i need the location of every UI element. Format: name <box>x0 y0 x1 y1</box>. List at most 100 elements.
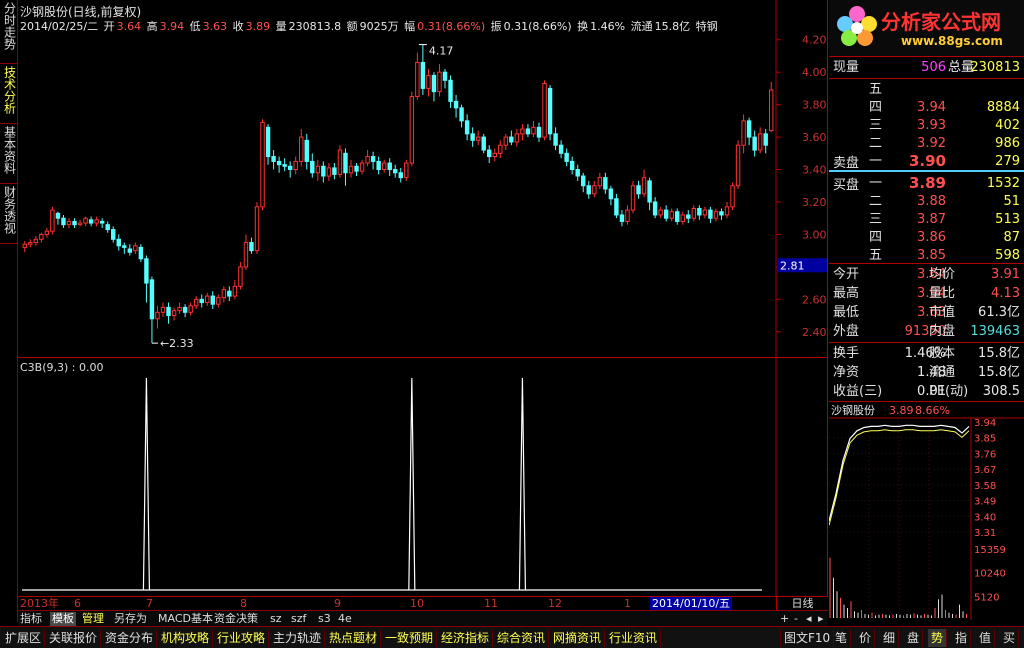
tab-value[interactable]: 值 <box>976 629 996 647</box>
btn-expand[interactable]: 扩展区 <box>2 629 46 647</box>
site-logo: 分析家公式网 www.88gs.com <box>829 0 1024 56</box>
tab-trend[interactable]: 势 <box>928 629 948 647</box>
minus-icon[interactable]: - <box>794 612 798 626</box>
candle-body <box>370 156 376 162</box>
buy-level: 二 3.88 51 <box>829 192 1024 211</box>
candle-body <box>99 220 105 224</box>
time-label: 9 <box>334 597 341 610</box>
mini-price-label: 3.31 <box>974 528 996 539</box>
candle-body <box>238 266 243 287</box>
plus-icon[interactable]: + <box>780 612 789 626</box>
fundamentals-row: 收益(三) 0.01 PE(动) 308.5 <box>829 382 1024 401</box>
candle-body <box>697 207 702 216</box>
btn-industry-guide[interactable]: 行业攻略 <box>214 629 270 647</box>
btn-hot-topics[interactable]: 热点题材 <box>326 629 382 647</box>
indicator-spike <box>518 377 527 591</box>
level-price: 3.87 <box>917 212 946 227</box>
candle-body <box>287 165 293 171</box>
candle-body <box>127 248 133 253</box>
time-label: 7 <box>146 597 153 610</box>
btn-fund-decision[interactable]: 资金决策 <box>214 612 258 626</box>
btn-indicator[interactable]: 指标 <box>20 612 42 626</box>
candle-body <box>769 89 774 132</box>
stat-label: 今开 <box>833 267 860 282</box>
sell-level: 二 3.92 986 <box>829 134 1024 153</box>
candle-body <box>354 165 359 172</box>
btn-manage[interactable]: 管理 <box>82 612 104 626</box>
btn-f10[interactable]: 图文F10 <box>780 629 835 647</box>
level-label: 五 <box>869 82 883 97</box>
period-label[interactable]: 日线 <box>776 596 828 610</box>
tab-technical[interactable]: 技术分析 <box>0 64 18 124</box>
tab-intraday[interactable]: 分时走势 <box>0 0 18 64</box>
amount-label: 额 <box>346 20 358 33</box>
btn-fund-dist[interactable]: 资金分布 <box>102 629 158 647</box>
intraday-mini-chart[interactable]: 沙钢股份 3.89 8.66% 3.94 3.85 3.76 3.67 3.58 3.49 3.4… <box>829 402 1024 622</box>
tab-basic-info[interactable]: 基本资料 <box>0 124 18 184</box>
btn-consensus[interactable]: 一致预期 <box>382 629 438 647</box>
candle-body <box>293 160 298 171</box>
left-arrow-icon[interactable]: ◂ <box>806 612 812 626</box>
stat-value: 3.91 <box>991 267 1020 282</box>
candle-body <box>243 242 249 268</box>
tab-financial[interactable]: 财务透视 <box>0 184 18 244</box>
candle-body <box>304 139 309 162</box>
stat-value: 4.13 <box>991 286 1020 301</box>
logo-name: 分析家公式网 <box>881 10 1001 34</box>
kline-chart[interactable]: 4.204.003.803.603.403.203.002.802.602.40… <box>18 0 828 596</box>
mini-volume-label: 15359 <box>974 545 1006 556</box>
close-label: 收 <box>232 20 244 33</box>
candle-body <box>536 126 542 138</box>
chart-area[interactable]: 4.204.003.803.603.403.203.002.802.602.40… <box>18 0 828 596</box>
range-value: 0.31(8.66%) <box>417 20 486 33</box>
btn-industry-news[interactable]: 行业资讯 <box>606 629 662 647</box>
fund-label: 股本 <box>929 346 956 361</box>
candle-body <box>271 156 276 162</box>
tab-board[interactable]: 盘 <box>904 629 924 647</box>
btn-econ[interactable]: 经济指标 <box>438 629 494 647</box>
fund-value: 308.5 <box>982 384 1020 399</box>
candle-body <box>569 160 575 171</box>
candle-body <box>708 209 713 219</box>
tab-index[interactable]: 指 <box>952 629 972 647</box>
tab-trades[interactable]: 笔 <box>832 629 852 647</box>
btn-szf[interactable]: szf <box>291 612 306 626</box>
candle-body <box>547 87 553 135</box>
tab-detail[interactable]: 细 <box>880 629 900 647</box>
btn-inst-guide[interactable]: 机构攻略 <box>158 629 214 647</box>
fund-label: 收益(三) <box>833 384 883 399</box>
high-label: 高 <box>146 20 158 33</box>
sell-level: 一 3.90 279 <box>829 152 1024 171</box>
candle-body <box>299 136 304 162</box>
tab-buy[interactable]: 买 <box>1000 629 1020 647</box>
btn-main-track[interactable]: 主力轨迹 <box>270 629 326 647</box>
candle-body <box>757 133 763 151</box>
right-arrow-icon[interactable]: ▸ <box>818 612 824 626</box>
btn-macd[interactable]: MACD基本 <box>158 612 213 626</box>
btn-template[interactable]: 模板 <box>50 612 76 626</box>
btn-news[interactable]: 综合资讯 <box>494 629 550 647</box>
mini-pct: 8.66% <box>915 404 950 417</box>
btn-4e[interactable]: 4e <box>338 612 352 626</box>
candle-body <box>359 162 365 172</box>
fund-label: 流通 <box>929 365 956 380</box>
tab-price[interactable]: 价 <box>856 629 876 647</box>
candle-body <box>564 152 569 162</box>
candle-body <box>542 83 547 138</box>
btn-s3[interactable]: s3 <box>318 612 331 626</box>
btn-related-quote[interactable]: 关联报价 <box>46 629 102 647</box>
candle-body <box>509 136 514 143</box>
level-price: 3.85 <box>917 248 946 263</box>
price-axis-label: 3.80 <box>802 99 827 112</box>
level-price: 3.90 <box>908 152 946 170</box>
btn-sz[interactable]: sz <box>270 612 282 626</box>
candle-body <box>420 61 426 89</box>
candle-body <box>105 224 110 231</box>
stats-row: 最高 3.94 量比 4.13 <box>829 284 1024 303</box>
xianliang-label: 现量 <box>833 60 860 75</box>
btn-web-news[interactable]: 网摘资讯 <box>550 629 606 647</box>
candle-body <box>61 217 66 226</box>
btn-save-as[interactable]: 另存为 <box>114 612 147 626</box>
candle-body <box>111 229 116 240</box>
indicator-toolbar: 指标 模板 管理 另存为 MACD基本 资金决策 sz szf s3 4e + … <box>18 610 828 626</box>
